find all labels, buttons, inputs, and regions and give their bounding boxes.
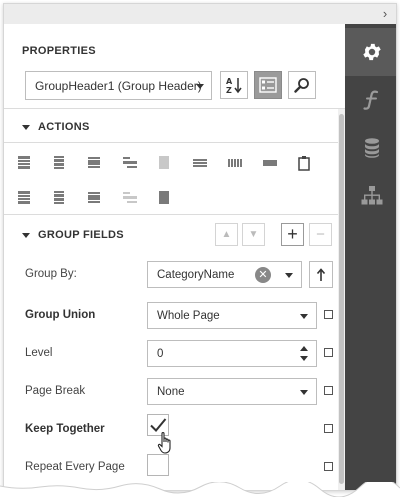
level-value: 0 xyxy=(157,348,164,360)
search-icon xyxy=(294,78,309,93)
band-icon xyxy=(159,156,169,169)
spin-up-icon[interactable] xyxy=(300,346,308,351)
collapse-chevron-icon[interactable]: › xyxy=(378,7,392,21)
sort-alphabetical-button[interactable]: A Z xyxy=(220,71,248,99)
group-union-select[interactable]: Whole Page xyxy=(147,302,317,329)
keep-together-property-marker[interactable] xyxy=(324,424,333,433)
level-property-marker[interactable] xyxy=(324,348,333,357)
action-button-row1-4[interactable] xyxy=(122,155,138,171)
level-label: Level xyxy=(25,347,53,359)
band-icon xyxy=(123,157,137,168)
gear-icon xyxy=(362,43,381,61)
function-icon xyxy=(362,90,378,110)
action-button-row1-9[interactable] xyxy=(296,155,312,171)
tab-expressions[interactable] xyxy=(345,76,396,124)
group-fields-section-header[interactable]: GROUP FIELDS xyxy=(22,229,124,241)
add-group-field-button[interactable]: + xyxy=(281,223,304,246)
group-fields-section-title: GROUP FIELDS xyxy=(38,229,124,241)
action-button-row1-5[interactable] xyxy=(156,155,172,171)
action-button-row1-3[interactable] xyxy=(86,155,102,171)
group-union-value: Whole Page xyxy=(157,310,220,322)
action-button-row1-2[interactable] xyxy=(51,155,67,171)
move-down-button[interactable]: ▼ xyxy=(242,223,265,246)
section-divider xyxy=(4,142,338,143)
spin-down-icon[interactable] xyxy=(300,356,308,361)
panel-title: PROPERTIES xyxy=(22,45,96,57)
sort-order-button[interactable] xyxy=(309,261,333,288)
hand-cursor-icon xyxy=(157,432,171,454)
page-break-property-marker[interactable] xyxy=(324,386,333,395)
minus-icon: − xyxy=(316,226,325,243)
right-tab-bar xyxy=(345,24,396,490)
keep-together-label: Keep Together xyxy=(25,423,105,435)
component-selector[interactable]: GroupHeader1 (Group Header) xyxy=(25,71,212,100)
categories-icon xyxy=(259,77,277,93)
repeat-every-page-property-marker[interactable] xyxy=(324,462,333,471)
action-button-row2-2[interactable] xyxy=(51,190,67,206)
action-button-row1-8[interactable] xyxy=(262,155,278,171)
scrollbar-thumb[interactable] xyxy=(339,114,344,484)
band-icon xyxy=(159,191,169,204)
band-icon xyxy=(88,192,100,203)
band-icon xyxy=(123,192,137,203)
actions-section-header[interactable]: ACTIONS xyxy=(22,121,90,133)
torn-edge-decoration xyxy=(0,482,400,497)
tab-properties[interactable] xyxy=(345,28,396,76)
group-by-select[interactable]: CategoryName ✕ xyxy=(147,261,302,288)
band-icon xyxy=(88,157,100,168)
properties-panel: › PROPERTIES GroupHeader1 (Group Header)… xyxy=(3,3,397,491)
svg-text:Z: Z xyxy=(226,86,232,94)
group-by-label: Group By: xyxy=(25,268,77,280)
chevron-down-icon xyxy=(300,314,308,319)
actions-section-title: ACTIONS xyxy=(38,121,90,133)
action-button-row1-7[interactable] xyxy=(227,155,243,171)
clear-icon[interactable]: ✕ xyxy=(255,267,271,283)
action-button-row2-1[interactable] xyxy=(16,190,32,206)
group-union-label: Group Union xyxy=(25,309,96,321)
tab-field-list[interactable] xyxy=(345,124,396,172)
band-icon xyxy=(228,159,242,167)
page-break-label: Page Break xyxy=(25,385,86,397)
database-icon xyxy=(364,138,379,158)
component-selector-value: GroupHeader1 (Group Header) xyxy=(35,79,202,93)
page-break-select[interactable]: None xyxy=(147,378,317,405)
panel-top-strip: › xyxy=(4,4,396,24)
band-icon xyxy=(18,156,30,169)
arrow-down-icon: ▼ xyxy=(248,229,259,240)
band-icon xyxy=(54,191,64,204)
group-union-property-marker[interactable] xyxy=(324,310,333,319)
plus-icon: + xyxy=(287,224,298,244)
level-spinner[interactable]: 0 xyxy=(147,340,317,367)
svg-text:A: A xyxy=(226,77,233,86)
action-button-row2-3[interactable] xyxy=(86,190,102,206)
band-icon xyxy=(54,156,64,169)
group-by-value: CategoryName xyxy=(157,269,235,281)
section-divider xyxy=(4,214,338,215)
hierarchy-icon xyxy=(361,186,382,205)
search-button[interactable] xyxy=(288,71,316,99)
action-button-row2-4[interactable] xyxy=(122,190,138,206)
arrow-up-icon: ▲ xyxy=(221,229,232,240)
action-button-row2-5[interactable] xyxy=(156,190,172,206)
arrow-up-icon xyxy=(316,267,326,281)
repeat-every-page-checkbox[interactable] xyxy=(147,454,169,476)
remove-group-field-button[interactable]: − xyxy=(309,223,332,246)
action-button-row1-1[interactable] xyxy=(16,155,32,171)
chevron-down-icon xyxy=(196,84,204,89)
move-up-button[interactable]: ▲ xyxy=(215,223,238,246)
tab-report-explorer[interactable] xyxy=(345,172,396,220)
band-icon xyxy=(263,160,277,166)
band-icon xyxy=(18,191,30,204)
chevron-down-icon xyxy=(285,273,293,278)
clipboard-icon xyxy=(298,156,310,171)
sort-az-icon: A Z xyxy=(226,77,242,94)
band-icon xyxy=(193,159,207,167)
chevron-down-icon xyxy=(22,124,30,130)
page-break-value: None xyxy=(157,386,185,398)
chevron-down-icon xyxy=(22,232,30,238)
repeat-every-page-label: Repeat Every Page xyxy=(25,461,125,473)
categorized-view-button[interactable] xyxy=(254,71,282,99)
chevron-down-icon xyxy=(300,390,308,395)
action-button-row1-6[interactable] xyxy=(192,155,208,171)
